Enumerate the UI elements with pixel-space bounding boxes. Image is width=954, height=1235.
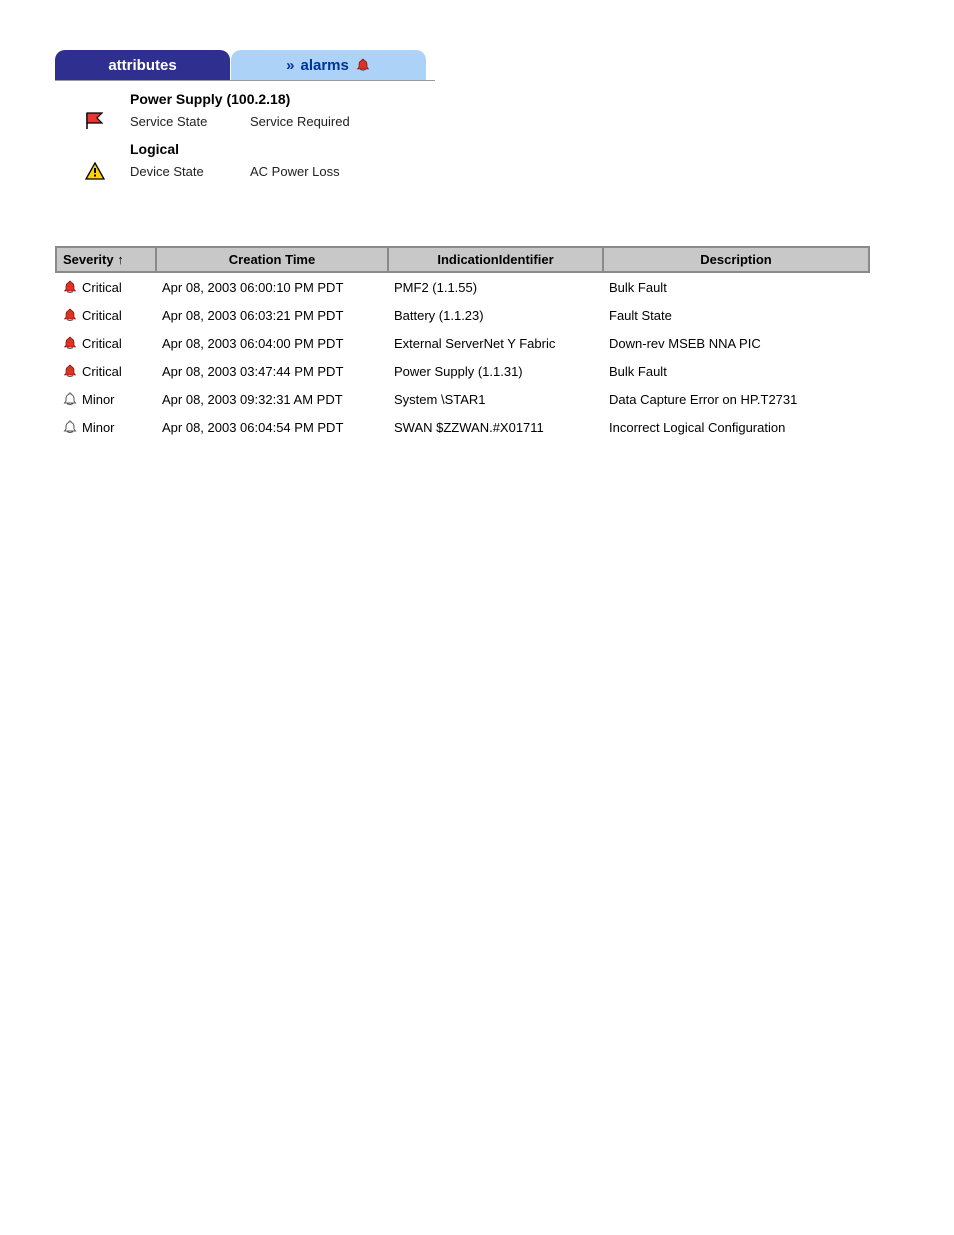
identifier-cell: Battery (1.1.23) bbox=[388, 301, 603, 329]
description-cell: Fault State bbox=[603, 301, 869, 329]
header-label: Severity bbox=[63, 252, 114, 267]
creation-time-cell: Apr 08, 2003 06:04:54 PM PDT bbox=[156, 413, 388, 441]
creation-time-cell: Apr 08, 2003 06:00:10 PM PDT bbox=[156, 272, 388, 301]
device-state-label: Device State bbox=[130, 164, 250, 179]
severity-bell-icon bbox=[62, 391, 78, 407]
severity-bell-icon bbox=[62, 307, 78, 323]
severity-label: Critical bbox=[82, 308, 122, 323]
description-cell: Down-rev MSEB NNA PIC bbox=[603, 329, 869, 357]
header-label: Description bbox=[700, 252, 772, 267]
severity-bell-icon bbox=[62, 279, 78, 295]
severity-cell: Critical bbox=[56, 357, 156, 385]
creation-time-cell: Apr 08, 2003 06:03:21 PM PDT bbox=[156, 301, 388, 329]
column-header-severity[interactable]: Severity ↑ bbox=[56, 247, 156, 272]
severity-cell: Critical bbox=[56, 272, 156, 301]
tab-arrow: » bbox=[286, 57, 294, 74]
severity-bell-icon bbox=[62, 363, 78, 379]
tab-attributes[interactable]: attributes bbox=[55, 50, 230, 80]
resource-detail: Power Supply (100.2.18) Service State Se… bbox=[80, 91, 460, 181]
table-row[interactable]: Minor Apr 08, 2003 09:32:31 AM PDTSystem … bbox=[56, 385, 869, 413]
alarm-bell-icon bbox=[355, 57, 371, 73]
identifier-cell: External ServerNet Y Fabric bbox=[388, 329, 603, 357]
severity-label: Minor bbox=[82, 392, 115, 407]
description-cell: Incorrect Logical Configuration bbox=[603, 413, 869, 441]
alarms-table: Severity ↑ Creation Time IndicationIdent… bbox=[55, 246, 870, 441]
severity-bell-icon bbox=[62, 335, 78, 351]
service-state-value: Service Required bbox=[250, 114, 350, 129]
warning-triangle-icon bbox=[80, 161, 110, 181]
table-header-row: Severity ↑ Creation Time IndicationIdent… bbox=[56, 247, 869, 272]
device-state-row: Device State AC Power Loss bbox=[80, 161, 460, 181]
flag-icon bbox=[80, 111, 110, 131]
table-row[interactable]: Critical Apr 08, 2003 03:47:44 PM PDTPowe… bbox=[56, 357, 869, 385]
description-cell: Data Capture Error on HP.T2731 bbox=[603, 385, 869, 413]
header-label: Creation Time bbox=[229, 252, 315, 267]
header-label: IndicationIdentifier bbox=[437, 252, 553, 267]
severity-cell: Critical bbox=[56, 301, 156, 329]
identifier-cell: PMF2 (1.1.55) bbox=[388, 272, 603, 301]
severity-label: Minor bbox=[82, 420, 115, 435]
description-cell: Bulk Fault bbox=[603, 272, 869, 301]
table-row[interactable]: Critical Apr 08, 2003 06:04:00 PM PDTExte… bbox=[56, 329, 869, 357]
resource-title: Power Supply (100.2.18) bbox=[130, 91, 460, 107]
table-row[interactable]: Critical Apr 08, 2003 06:00:10 PM PDTPMF2… bbox=[56, 272, 869, 301]
creation-time-cell: Apr 08, 2003 03:47:44 PM PDT bbox=[156, 357, 388, 385]
severity-label: Critical bbox=[82, 280, 122, 295]
alarms-table-wrap: Severity ↑ Creation Time IndicationIdent… bbox=[55, 246, 870, 441]
device-state-value: AC Power Loss bbox=[250, 164, 340, 179]
identifier-cell: System \STAR1 bbox=[388, 385, 603, 413]
sort-arrow-icon: ↑ bbox=[117, 252, 124, 267]
table-row[interactable]: Minor Apr 08, 2003 06:04:54 PM PDTSWAN $Z… bbox=[56, 413, 869, 441]
service-state-row: Service State Service Required bbox=[80, 111, 460, 131]
tab-label: attributes bbox=[108, 57, 176, 74]
tab-label: alarms bbox=[300, 57, 348, 74]
severity-cell: Minor bbox=[56, 385, 156, 413]
description-cell: Bulk Fault bbox=[603, 357, 869, 385]
logical-heading: Logical bbox=[130, 141, 460, 157]
creation-time-cell: Apr 08, 2003 09:32:31 AM PDT bbox=[156, 385, 388, 413]
column-header-creation-time[interactable]: Creation Time bbox=[156, 247, 388, 272]
identifier-cell: SWAN $ZZWAN.#X01711 bbox=[388, 413, 603, 441]
tab-bar: attributes » alarms bbox=[55, 50, 435, 81]
severity-cell: Critical bbox=[56, 329, 156, 357]
identifier-cell: Power Supply (1.1.31) bbox=[388, 357, 603, 385]
creation-time-cell: Apr 08, 2003 06:04:00 PM PDT bbox=[156, 329, 388, 357]
service-state-label: Service State bbox=[130, 114, 250, 129]
column-header-description[interactable]: Description bbox=[603, 247, 869, 272]
tab-alarms[interactable]: » alarms bbox=[231, 50, 426, 80]
column-header-indication-identifier[interactable]: IndicationIdentifier bbox=[388, 247, 603, 272]
severity-label: Critical bbox=[82, 364, 122, 379]
table-row[interactable]: Critical Apr 08, 2003 06:03:21 PM PDTBatt… bbox=[56, 301, 869, 329]
severity-bell-icon bbox=[62, 419, 78, 435]
severity-cell: Minor bbox=[56, 413, 156, 441]
severity-label: Critical bbox=[82, 336, 122, 351]
